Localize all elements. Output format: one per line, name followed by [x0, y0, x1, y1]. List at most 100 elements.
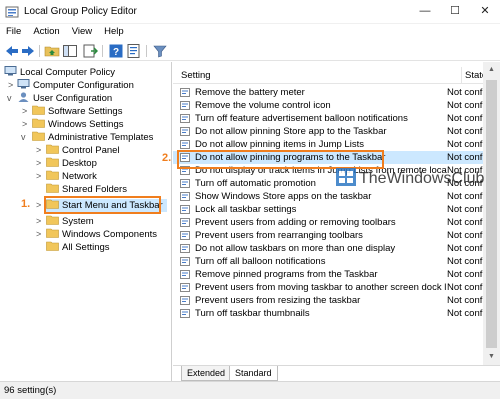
- filter-icon[interactable]: [152, 43, 168, 59]
- policy-name: Prevent users from moving taskbar to ano…: [195, 282, 447, 293]
- tree-item-label: Network: [62, 171, 97, 182]
- tree-item-user-configuration[interactable]: User Configuration: [17, 92, 112, 105]
- folder-icon: [46, 215, 59, 225]
- back-arrow-icon[interactable]: [4, 43, 20, 59]
- tree-item-local-computer-policy[interactable]: Local Computer Policy: [4, 66, 115, 79]
- policy-name: Do not allow pinning Store app to the Ta…: [195, 126, 387, 137]
- chevron-right-icon[interactable]: >: [36, 215, 41, 228]
- policy-name: Remove the volume control icon: [195, 100, 331, 111]
- policy-setting-icon: [180, 127, 190, 136]
- chevron-right-icon[interactable]: >: [22, 105, 27, 118]
- tree-item-label: User Configuration: [33, 93, 113, 104]
- forward-arrow-icon[interactable]: [20, 43, 36, 59]
- policy-state: Not confi: [447, 204, 485, 215]
- tree-item-software-settings[interactable]: Software Settings: [32, 105, 122, 118]
- chevron-right-icon[interactable]: >: [36, 144, 41, 157]
- policy-state: Not confi: [447, 269, 485, 280]
- up-folder-icon[interactable]: [44, 43, 60, 59]
- tree-item-desktop[interactable]: Desktop: [46, 157, 97, 170]
- table-row[interactable]: Prevent users from moving taskbar to ano…: [173, 281, 485, 294]
- vertical-scrollbar[interactable]: ▲ ▼: [483, 62, 500, 365]
- scroll-down-arrow-icon[interactable]: ▼: [483, 349, 500, 365]
- window-title: Local Group Policy Editor: [24, 6, 137, 17]
- tree-item-system[interactable]: System: [46, 215, 94, 228]
- folder-icon: [32, 131, 45, 141]
- table-row[interactable]: Prevent users from resizing the taskbar N…: [173, 294, 485, 307]
- table-row[interactable]: Do not allow pinning Store app to the Ta…: [173, 125, 485, 138]
- tree-item-computer-configuration[interactable]: Computer Configuration: [17, 79, 134, 92]
- toolbar-separator: [146, 45, 147, 57]
- tree-item-label: Shared Folders: [62, 184, 127, 195]
- policy-name: Prevent users from resizing the taskbar: [195, 295, 361, 306]
- scroll-up-arrow-icon[interactable]: ▲: [483, 62, 500, 78]
- chevron-right-icon[interactable]: >: [8, 79, 13, 92]
- windows-club-logo-icon: [336, 168, 356, 186]
- policy-setting-icon: [180, 283, 190, 292]
- chevron-right-icon[interactable]: >: [36, 228, 41, 241]
- menu-action[interactable]: Action: [27, 24, 65, 37]
- list-header: Setting State: [173, 67, 500, 84]
- table-row[interactable]: Turn off feature advertisement balloon n…: [173, 112, 485, 125]
- policy-state: Not confi: [447, 152, 485, 163]
- help-icon[interactable]: ?: [108, 43, 124, 59]
- column-header-setting[interactable]: Setting: [181, 70, 211, 81]
- tree-item-label: System: [62, 216, 94, 227]
- menu-file[interactable]: File: [0, 24, 27, 37]
- thewindowsclub-watermark: TheWindowsClub: [335, 167, 484, 193]
- table-row[interactable]: Prevent users from adding or removing to…: [173, 216, 485, 229]
- status-setting-count: 96 setting(s): [4, 385, 57, 396]
- tab-standard[interactable]: Standard: [229, 366, 278, 381]
- policy-state: Not confi: [447, 308, 485, 319]
- scroll-thumb[interactable]: [486, 80, 497, 348]
- menu-help[interactable]: Help: [98, 24, 130, 37]
- table-row[interactable]: Remove pinned programs from the Taskbar N…: [173, 268, 485, 281]
- tree-item-label: Computer Configuration: [33, 80, 134, 91]
- tree-item-windows-settings[interactable]: Windows Settings: [32, 118, 124, 131]
- table-row[interactable]: Lock all taskbar settings Not confi: [173, 203, 485, 216]
- chevron-down-icon[interactable]: v: [21, 131, 26, 144]
- toolbar-separator: [102, 45, 103, 57]
- menu-view[interactable]: View: [66, 24, 98, 37]
- policy-setting-icon: [180, 140, 190, 149]
- folder-icon: [32, 105, 45, 115]
- chevron-right-icon[interactable]: >: [36, 170, 41, 183]
- close-button[interactable]: ✕: [470, 0, 500, 22]
- chevron-right-icon[interactable]: >: [36, 157, 41, 170]
- folder-icon: [46, 144, 59, 154]
- table-row[interactable]: Prevent users from rearranging toolbars N…: [173, 229, 485, 242]
- properties-icon[interactable]: [126, 43, 142, 59]
- tree-item-administrative-templates[interactable]: Administrative Templates: [32, 131, 153, 144]
- tree-item-windows-components[interactable]: Windows Components: [46, 228, 157, 241]
- svg-text:?: ?: [113, 47, 119, 58]
- tree-item-network[interactable]: Network: [46, 170, 97, 183]
- policy-setting-icon: [180, 257, 190, 266]
- minimize-button[interactable]: —: [410, 0, 440, 22]
- policy-state: Not confi: [447, 100, 485, 111]
- table-row[interactable]: Remove the volume control icon Not confi: [173, 99, 485, 112]
- watermark-text: TheWindowsClub: [359, 170, 485, 187]
- settings-list-pane: Setting State Remove the battery meter No…: [173, 62, 500, 365]
- chevron-right-icon[interactable]: >: [22, 118, 27, 131]
- export-list-icon[interactable]: [82, 43, 98, 59]
- show-hide-tree-icon[interactable]: [62, 43, 78, 59]
- chevron-right-icon[interactable]: >: [36, 199, 41, 212]
- folder-icon: [46, 170, 59, 180]
- tree-item-all-settings[interactable]: All Settings: [46, 241, 110, 254]
- maximize-button[interactable]: ☐: [440, 0, 470, 22]
- tree-item-label: Windows Components: [62, 229, 158, 240]
- table-row[interactable]: Turn off taskbar thumbnails Not confi: [173, 307, 485, 320]
- folder-icon: [46, 241, 59, 251]
- policy-name: Turn off taskbar thumbnails: [195, 308, 310, 319]
- chevron-down-icon[interactable]: v: [7, 92, 12, 105]
- tab-extended[interactable]: Extended: [181, 366, 232, 381]
- policy-name: Lock all taskbar settings: [195, 204, 297, 215]
- table-row[interactable]: Remove the battery meter Not confi: [173, 86, 485, 99]
- tree-item-shared-folders[interactable]: Shared Folders: [46, 183, 127, 196]
- policy-name: Remove the battery meter: [195, 87, 305, 98]
- table-row[interactable]: Do not allow taskbars on more than one d…: [173, 242, 485, 255]
- user-icon: [18, 92, 29, 102]
- highlight-start-menu-and-taskbar: [44, 196, 161, 214]
- column-divider[interactable]: [461, 67, 462, 84]
- table-row[interactable]: Turn off all balloon notifications Not co…: [173, 255, 485, 268]
- tree-item-control-panel[interactable]: Control Panel: [46, 144, 120, 157]
